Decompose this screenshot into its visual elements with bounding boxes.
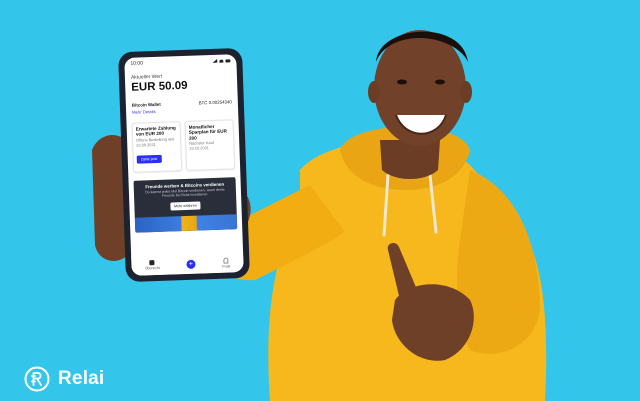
phone-device: 10:00 Aktueller Wert EUR 50.09 Bitcoin W… (118, 47, 250, 283)
brand-logo: Relai (24, 366, 104, 392)
grid-icon (149, 260, 155, 266)
payment-card-subtitle: Offene Bestellung seit 23.09.2021 (136, 136, 175, 148)
tab-profile[interactable]: Profil (222, 256, 231, 269)
plus-icon: + (186, 259, 196, 269)
referral-banner: Freunde werben & Bitcoins verdienen Du k… (133, 177, 238, 233)
brand-name: Relai (58, 368, 105, 389)
savings-plan-title: Monatlicher Sparplan für EUR 200 (188, 123, 227, 141)
savings-plan-subtitle: Nächster Kauf 23.10.2021 (189, 140, 214, 151)
referral-image (134, 214, 238, 233)
status-icons (212, 58, 231, 63)
phone-screen: 10:00 Aktueller Wert EUR 50.09 Bitcoin W… (124, 54, 244, 276)
battery-icon (225, 58, 231, 62)
hero-scene: 10:00 Aktueller Wert EUR 50.09 Bitcoin W… (0, 0, 640, 401)
card-row: Erwartete Zahlung von EUR 200 Offene Bes… (126, 111, 240, 173)
relai-logo-icon (24, 366, 50, 392)
payment-card[interactable]: Erwartete Zahlung von EUR 200 Offene Bes… (131, 121, 183, 173)
payment-card-title: Erwartete Zahlung von EUR 200 (135, 125, 176, 137)
tab-profile-label: Profil (222, 263, 231, 269)
profile-icon (223, 256, 229, 264)
tab-bar: Übersicht + Profil (131, 251, 244, 276)
status-time: 10:00 (130, 60, 144, 67)
person-illustration (92, 30, 547, 401)
wallet-label: Bitcoin Wallet (131, 101, 161, 108)
savings-plan-card[interactable]: Monatlicher Sparplan für EUR 200 Nächste… (184, 119, 236, 171)
tab-overview-label: Übersicht (144, 265, 160, 271)
learn-more-button[interactable]: Mehr erfahren (170, 201, 201, 211)
tab-add[interactable]: + (186, 259, 196, 269)
wifi-icon (219, 59, 224, 63)
signal-icon (212, 59, 217, 63)
pay-now-button[interactable]: Zahle jetzt (136, 155, 162, 165)
tab-overview[interactable]: Übersicht (144, 260, 160, 271)
